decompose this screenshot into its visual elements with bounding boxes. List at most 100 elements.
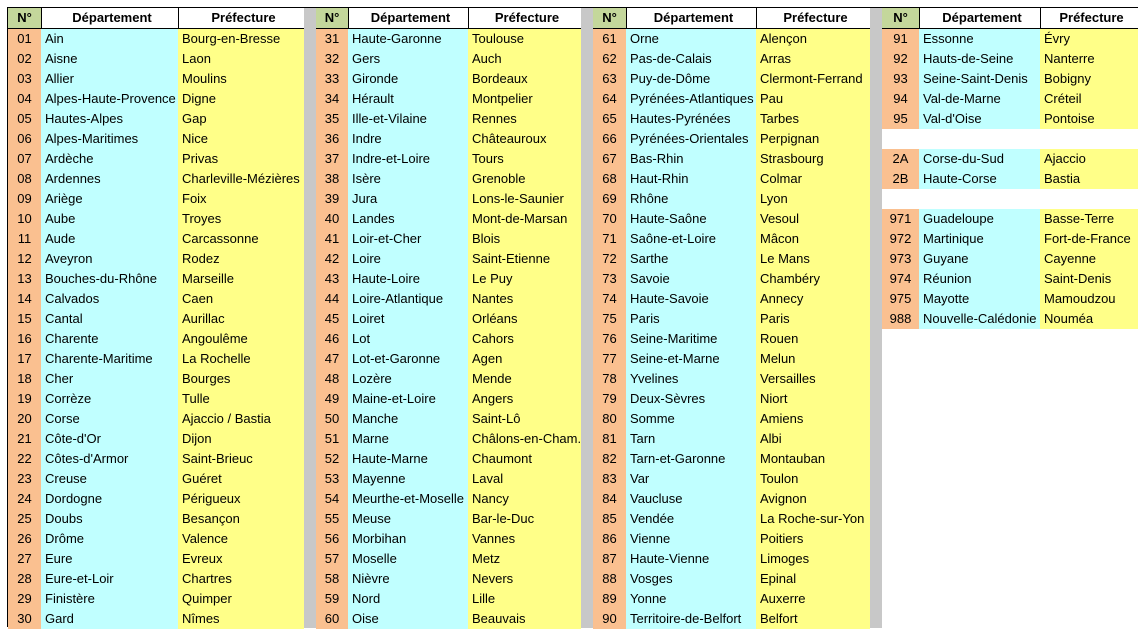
pref-cell: [1040, 329, 1138, 349]
blank-row: [882, 429, 1138, 449]
blank-row: [882, 529, 1138, 549]
table-row: 23 Creuse Guéret: [8, 469, 304, 489]
num-cell: 38: [316, 169, 348, 189]
num-cell: 94: [882, 89, 919, 109]
pref-cell: Nouméa: [1040, 309, 1138, 329]
pref-cell: Grenoble: [468, 169, 581, 189]
pref-cell: Bordeaux: [468, 69, 581, 89]
dept-cell: Loir-et-Cher: [348, 229, 468, 249]
num-cell: 18: [8, 369, 41, 389]
header-num: N°: [882, 8, 919, 28]
num-cell: 77: [593, 349, 626, 369]
num-cell: [882, 589, 919, 609]
table-row: 39 Jura Lons-le-Saunier: [316, 189, 581, 209]
table-header: N° Département Préfecture: [316, 8, 581, 29]
dept-cell: Hautes-Pyrénées: [626, 109, 756, 129]
dept-cell: Moselle: [348, 549, 468, 569]
dept-cell: Haute-Loire: [348, 269, 468, 289]
dept-cell: Jura: [348, 189, 468, 209]
num-cell: 49: [316, 389, 348, 409]
num-cell: 02: [8, 49, 41, 69]
table-row: 72 Sarthe Le Mans: [593, 249, 870, 269]
table-row: 63 Puy-de-Dôme Clermont-Ferrand: [593, 69, 870, 89]
table-row: 90 Territoire-de-Belfort Belfort: [593, 609, 870, 629]
header-pref: Préfecture: [178, 8, 304, 28]
table-row: 15 Cantal Aurillac: [8, 309, 304, 329]
num-cell: 25: [8, 509, 41, 529]
table-row: 67 Bas-Rhin Strasbourg: [593, 149, 870, 169]
pref-cell: Auxerre: [756, 589, 870, 609]
table-row: 973 Guyane Cayenne: [882, 249, 1138, 269]
num-cell: 85: [593, 509, 626, 529]
table-row: 88 Vosges Epinal: [593, 569, 870, 589]
pref-cell: Cayenne: [1040, 249, 1138, 269]
column-separator: [304, 8, 316, 628]
pref-cell: Annecy: [756, 289, 870, 309]
table-row: 79 Deux-Sèvres Niort: [593, 389, 870, 409]
table-row: 10 Aube Troyes: [8, 209, 304, 229]
table-row: 20 Corse Ajaccio / Bastia: [8, 409, 304, 429]
pref-cell: Bastia: [1040, 169, 1138, 189]
num-cell: 75: [593, 309, 626, 329]
num-cell: 974: [882, 269, 919, 289]
dept-cell: Vienne: [626, 529, 756, 549]
num-cell: 12: [8, 249, 41, 269]
pref-cell: Mamoudzou: [1040, 289, 1138, 309]
dept-cell: Vendée: [626, 509, 756, 529]
num-cell: [882, 609, 919, 629]
table-row: 28 Eure-et-Loir Chartres: [8, 569, 304, 589]
pref-cell: Fort-de-France: [1040, 229, 1138, 249]
num-cell: 988: [882, 309, 919, 329]
table-row: 76 Seine-Maritime Rouen: [593, 329, 870, 349]
pref-cell: Lille: [468, 589, 581, 609]
table-row: 04 Alpes-Haute-Provence Digne: [8, 89, 304, 109]
table-row: 59 Nord Lille: [316, 589, 581, 609]
pref-cell: Metz: [468, 549, 581, 569]
dept-cell: Haute-Corse: [919, 169, 1040, 189]
pref-cell: Epinal: [756, 569, 870, 589]
pref-cell: Rodez: [178, 249, 304, 269]
table-row: 18 Cher Bourges: [8, 369, 304, 389]
table-row: 31 Haute-Garonne Toulouse: [316, 29, 581, 49]
dept-cell: Manche: [348, 409, 468, 429]
table-row: 73 Savoie Chambéry: [593, 269, 870, 289]
dept-cell: Tarn-et-Garonne: [626, 449, 756, 469]
pref-cell: Pontoise: [1040, 109, 1138, 129]
department-table: N° Département Préfecture 01 Ain Bourg-en-Bre…: [8, 8, 304, 629]
table-row: 54 Meurthe-et-Moselle Nancy: [316, 489, 581, 509]
pref-cell: [1040, 489, 1138, 509]
table-row: 85 Vendée La Roche-sur-Yon: [593, 509, 870, 529]
table-row: 38 Isère Grenoble: [316, 169, 581, 189]
pref-cell: Mende: [468, 369, 581, 389]
num-cell: 971: [882, 209, 919, 229]
num-cell: [882, 409, 919, 429]
num-cell: 66: [593, 129, 626, 149]
num-cell: 58: [316, 569, 348, 589]
pref-cell: Tarbes: [756, 109, 870, 129]
table-row: 57 Moselle Metz: [316, 549, 581, 569]
dept-cell: Haut-Rhin: [626, 169, 756, 189]
table-row: 2B Haute-Corse Bastia: [882, 169, 1138, 189]
blank-row: [882, 589, 1138, 609]
dept-cell: Aube: [41, 209, 178, 229]
dept-cell: Corse-du-Sud: [919, 149, 1040, 169]
pref-cell: [1040, 509, 1138, 529]
table-row: 21 Côte-d'Or Dijon: [8, 429, 304, 449]
table-row: 02 Aisne Laon: [8, 49, 304, 69]
dept-cell: Meuse: [348, 509, 468, 529]
num-cell: 972: [882, 229, 919, 249]
dept-cell: Lozère: [348, 369, 468, 389]
table-row: 83 Var Toulon: [593, 469, 870, 489]
num-cell: 22: [8, 449, 41, 469]
num-cell: [882, 189, 919, 209]
dept-cell: Pyrénées-Orientales: [626, 129, 756, 149]
pref-cell: Limoges: [756, 549, 870, 569]
num-cell: 55: [316, 509, 348, 529]
dept-cell: Haute-Vienne: [626, 549, 756, 569]
num-cell: 41: [316, 229, 348, 249]
pref-cell: Evreux: [178, 549, 304, 569]
num-cell: 34: [316, 89, 348, 109]
pref-cell: Lyon: [756, 189, 870, 209]
dept-cell: Nouvelle-Calédonie: [919, 309, 1040, 329]
num-cell: 69: [593, 189, 626, 209]
